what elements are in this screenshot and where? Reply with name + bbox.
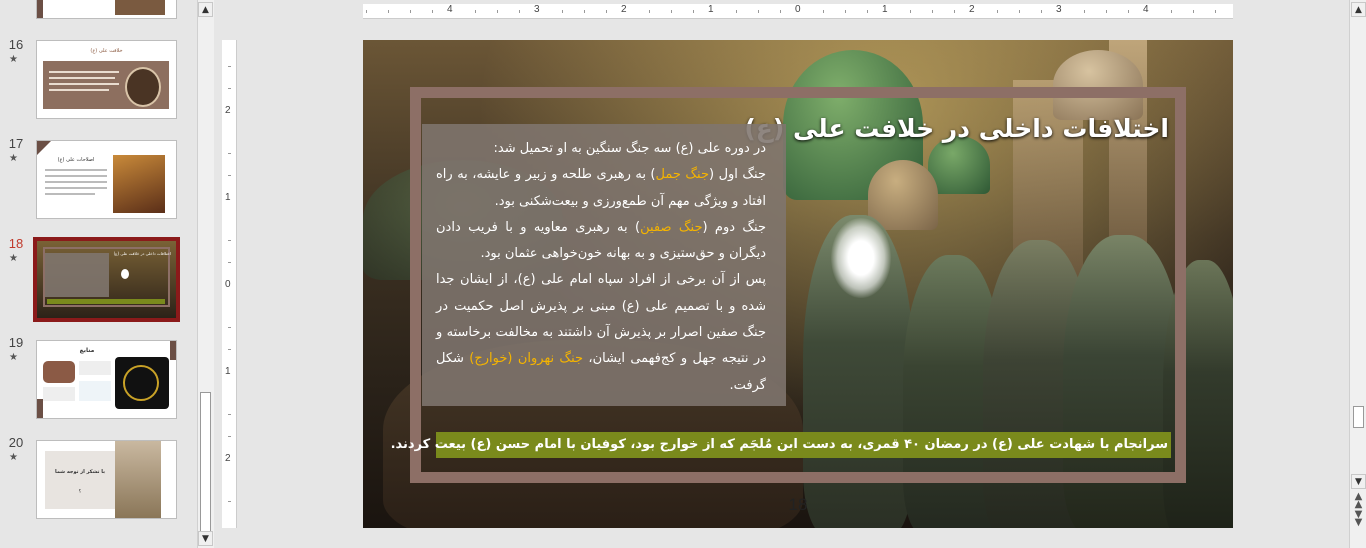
thumb-bottom-bar <box>47 299 165 304</box>
thumb-textbox <box>45 451 115 509</box>
thumb-title: خلافت علی (ع) <box>90 48 123 54</box>
thumb-image <box>113 155 165 213</box>
vertical-ruler: 2 1 0 1 2 <box>222 40 237 528</box>
thumb-title: اصلاحات علی (ع) <box>57 157 95 163</box>
slide-scrollbar[interactable]: ▲ ▼ ▲ ▲ ▼ ▼ <box>1349 0 1366 548</box>
bottom-summary-text[interactable]: سرانجام با شهادت علی (ع) در رمضان ۴۰ قمر… <box>391 437 1168 452</box>
ruler-label: 2 <box>225 453 231 464</box>
ruler-label: 3 <box>534 4 540 15</box>
scrollbar-thumb[interactable] <box>200 392 211 534</box>
text-line-4: پس از آن برخی از افراد سپاه امام علی (ع)… <box>436 267 766 398</box>
slide-number-18: 18 <box>8 236 24 251</box>
thumb-text-line <box>49 89 109 91</box>
ruler-label: 0 <box>225 279 231 290</box>
text-segment: جنگ اول ( <box>709 167 767 183</box>
next-slide-icon[interactable]: ▼ ▼ <box>1352 510 1365 528</box>
thumb-text-line <box>45 175 107 177</box>
slide-number-20: 20 <box>8 435 24 450</box>
thumb-accent <box>170 341 176 360</box>
ruler-label: 4 <box>447 4 453 15</box>
thumb-title: اختلافات داخلی در خلافت علی (ع) <box>113 251 171 256</box>
star-icon: ★ <box>9 352 18 363</box>
thumb-accent <box>37 0 43 18</box>
ruler-label: 2 <box>621 4 627 15</box>
slide-number-16: 16 <box>8 37 24 52</box>
scrollbar-thumb[interactable] <box>1353 406 1364 428</box>
ruler-label: 3 <box>1056 4 1062 15</box>
thumb-text-line <box>45 193 95 195</box>
star-icon: ★ <box>9 452 18 463</box>
highlight-siffin: جنگ صفین <box>640 219 703 235</box>
ruler-label: 1 <box>882 4 888 15</box>
ruler-label: 1 <box>225 366 231 377</box>
thumbnail-scrollbar[interactable]: ▲ ▼ <box>197 0 214 548</box>
highlight-nahrawan: جنگ نهروان (خوارج) <box>469 351 584 367</box>
main-text-box[interactable]: در دوره علی (ع) سه جنگ سنگین به او تحمیل… <box>422 124 786 406</box>
scroll-up-arrow-icon[interactable]: ▲ <box>198 2 213 17</box>
slide-thumbnail-panel: 16 ★ خلافت علی (ع) 17 ★ اصلاحات علی (ع) … <box>0 0 213 548</box>
thumb-title: با تشکر از توجه شما <box>54 469 106 475</box>
star-icon: ★ <box>9 253 18 264</box>
thumb-accent <box>37 399 43 418</box>
slide-number-19: 19 <box>8 335 24 350</box>
thumb-text-line <box>45 169 107 171</box>
thumb-card <box>43 387 75 401</box>
star-icon: ★ <box>9 54 18 65</box>
text-line-2: جنگ اول (جنگ جمل) به رهبری طلحه و زبیر و… <box>436 162 766 215</box>
slide-thumbnail-15[interactable] <box>36 0 177 19</box>
slide-thumbnail-17[interactable]: اصلاحات علی (ع) <box>36 140 177 219</box>
thumb-card <box>79 361 111 375</box>
thumb-subtitle: ؟ <box>78 489 82 495</box>
slide-thumbnail-20[interactable]: با تشکر از توجه شما ؟ <box>36 440 177 519</box>
ruler-label: 2 <box>969 4 975 15</box>
thumb-text-line <box>49 83 119 85</box>
scroll-up-arrow-icon[interactable]: ▲ <box>1351 2 1366 17</box>
star-icon: ★ <box>9 153 18 164</box>
thumb-textbox <box>45 253 109 297</box>
ruler-label: 1 <box>225 192 231 203</box>
thumb-corner <box>37 141 51 155</box>
slide-thumbnail-19[interactable]: منابع <box>36 340 177 419</box>
highlight-jamal: جنگ جمل <box>655 167 710 183</box>
text-line-1: در دوره علی (ع) سه جنگ سنگین به او تحمیل… <box>436 136 766 162</box>
slide-number-17: 17 <box>8 136 24 151</box>
previous-slide-icon[interactable]: ▲ ▲ <box>1352 492 1365 510</box>
thumb-glow <box>121 269 129 279</box>
scroll-down-arrow-icon[interactable]: ▼ <box>198 531 213 546</box>
horizontal-ruler: 4 3 2 1 0 1 2 3 4 <box>363 4 1233 19</box>
text-segment: در دوره علی (ع) سه جنگ سنگین به او تحمیل… <box>493 141 766 156</box>
thumb-title: منابع <box>79 347 95 354</box>
ruler-label: 2 <box>225 105 231 116</box>
thumb-text-line <box>49 71 119 73</box>
ruler-label: 4 <box>1143 4 1149 15</box>
thumb-calligraphy-ring <box>123 365 159 401</box>
ruler-label: 1 <box>708 4 714 15</box>
thumb-card <box>43 361 75 383</box>
text-line-3: جنگ دوم (جنگ صفین) به رهبری معاویه و با … <box>436 215 766 268</box>
thumb-card <box>79 381 111 401</box>
slide-canvas[interactable]: اختلافات داخلی در خلافت علی (ع) در دوره … <box>363 40 1233 528</box>
ruler-label: 0 <box>795 4 801 15</box>
slide-page-number: 18 <box>788 495 808 514</box>
thumb-image <box>115 0 165 15</box>
scroll-down-arrow-icon[interactable]: ▼ <box>1351 474 1366 489</box>
thumb-image <box>115 441 161 518</box>
text-segment: جنگ دوم ( <box>702 219 767 235</box>
slide-title[interactable]: اختلافات داخلی در خلافت علی (ع) <box>744 114 1169 143</box>
thumb-text-line <box>49 77 115 79</box>
thumb-text-line <box>45 187 107 189</box>
thumb-text-line <box>45 181 107 183</box>
slide-thumbnail-18[interactable]: اختلافات داخلی در خلافت علی (ع) <box>33 237 180 322</box>
slide-thumbnail-16[interactable]: خلافت علی (ع) <box>36 40 177 119</box>
thumb-portrait <box>125 67 161 107</box>
